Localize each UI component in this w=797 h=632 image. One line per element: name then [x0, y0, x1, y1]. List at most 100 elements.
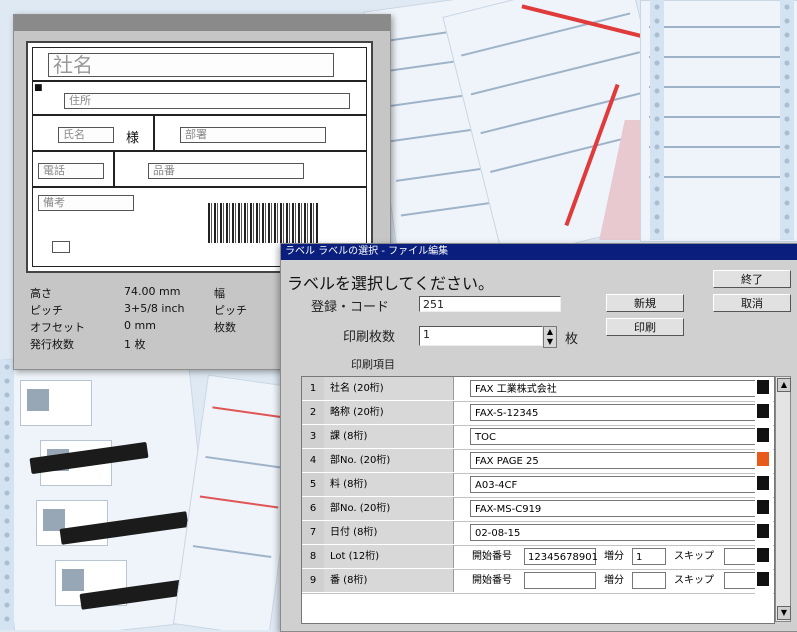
info-row-3-value: 0 mm: [124, 319, 156, 332]
info-row-3-label: オフセット: [30, 321, 85, 334]
row-field-name: 略称 (20桁): [324, 401, 454, 424]
table-row[interactable]: 1 社名 (20桁) FAX 工業株式会社: [302, 377, 774, 402]
preview-small-box: [52, 241, 70, 253]
bg-feed-holes: [650, 0, 664, 240]
row-value-input[interactable]: TOC: [470, 428, 768, 445]
code-label: 登録・コード: [311, 300, 390, 315]
row-color-swatch[interactable]: [757, 380, 769, 394]
row-color-swatch[interactable]: [757, 404, 769, 418]
grid-scrollbar[interactable]: ▲ ▼: [775, 376, 791, 622]
info-row-2-value: 3+5/8 inch: [124, 302, 185, 315]
row-value-input[interactable]: FAX-S-12345: [470, 404, 768, 421]
row-number: 7: [302, 521, 325, 544]
info-row-2-label: ピッチ: [30, 304, 63, 317]
increment-input[interactable]: 1: [632, 548, 666, 565]
row-color-swatch[interactable]: [757, 500, 769, 514]
count-label: 印刷枚数: [343, 330, 396, 345]
label-select-dialog: ラベル ラベルの選択 - ファイル編集 ラベルを選択してください。 登録・コード…: [280, 243, 797, 632]
preview-title-bar[interactable]: [14, 15, 390, 31]
dialog-title-bar[interactable]: ラベル ラベルの選択 - ファイル編集: [281, 244, 797, 260]
row-number: 1: [302, 377, 325, 400]
row-color-swatch[interactable]: [757, 548, 769, 562]
preview-note-field: 備考: [38, 195, 134, 211]
row-number: 3: [302, 425, 325, 448]
table-row[interactable]: 9 番 (8桁) 開始番号 増分 スキップ: [302, 569, 774, 594]
count-unit: 枚: [565, 332, 579, 347]
preview-company-field: 社名: [48, 53, 334, 77]
preview-tel-field: 電話: [38, 163, 104, 179]
items-label: 印刷項目: [351, 358, 395, 371]
increment-input[interactable]: [632, 572, 666, 589]
dialog-prompt: ラベルを選択してください。: [287, 274, 495, 293]
new-button[interactable]: 新規: [606, 294, 684, 312]
info-row-3-extra: 枚数: [214, 321, 236, 334]
row-number: 8: [302, 545, 325, 568]
cancel-button[interactable]: 取消: [713, 294, 791, 312]
info-row-1-extra: 幅: [214, 287, 225, 300]
row-field-name: 社名 (20桁): [324, 377, 454, 400]
table-row[interactable]: 6 部No. (20桁) FAX-MS-C919: [302, 497, 774, 522]
row-field-name: 日付 (8桁): [324, 521, 454, 544]
row-value-input[interactable]: FAX-MS-C919: [470, 500, 768, 517]
row-value-input[interactable]: 02-08-15: [470, 524, 768, 541]
print-items-grid: 1 社名 (20桁) FAX 工業株式会社 2 略称 (20桁) FAX-S-1…: [301, 376, 775, 624]
row-value-input[interactable]: A03-4CF: [470, 476, 768, 493]
row-color-swatch[interactable]: [757, 452, 769, 466]
table-row[interactable]: 8 Lot (12桁) 開始番号 12345678901 増分 1 スキップ: [302, 545, 774, 570]
bg-feed-holes: [0, 360, 14, 630]
ok-button[interactable]: 終了: [713, 270, 791, 288]
info-row-1-label: 高さ: [30, 287, 52, 300]
preview-honorific: 様: [126, 131, 140, 146]
preview-name-field: 氏名: [58, 127, 114, 143]
info-row-4-value: 1 枚: [124, 338, 146, 351]
spin-up-icon[interactable]: ▲: [544, 327, 556, 337]
barcode: [208, 203, 318, 243]
preview-code-field: 品番: [148, 163, 304, 179]
code-input[interactable]: 251: [419, 296, 561, 312]
info-row-1-value: 74.00 mm: [124, 285, 181, 298]
bg-thumb-label: [20, 380, 92, 426]
table-row[interactable]: 5 料 (8桁) A03-4CF: [302, 473, 774, 498]
row-field-name: 料 (8桁): [324, 473, 454, 496]
bg-feed-holes: [780, 0, 794, 240]
row-value-input[interactable]: FAX 工業株式会社: [470, 380, 768, 397]
row-field-name: 部No. (20桁): [324, 449, 454, 472]
increment-label: 増分: [604, 551, 624, 562]
row-number: 4: [302, 449, 325, 472]
row-number: 5: [302, 473, 325, 496]
table-row[interactable]: 3 課 (8桁) TOC: [302, 425, 774, 450]
preview-address-tag: ■: [34, 83, 43, 93]
skip-label: スキップ: [674, 575, 714, 586]
count-spinner[interactable]: ▲ ▼: [543, 326, 557, 348]
table-row[interactable]: 7 日付 (8桁) 02-08-15: [302, 521, 774, 546]
print-button[interactable]: 印刷: [606, 318, 684, 336]
row-value-input[interactable]: FAX PAGE 25: [470, 452, 768, 469]
row-number: 9: [302, 569, 325, 592]
start-number-input[interactable]: [524, 572, 596, 589]
row-color-swatch[interactable]: [757, 572, 769, 586]
row-field-name: 番 (8桁): [324, 569, 454, 592]
scroll-up-icon[interactable]: ▲: [777, 378, 791, 392]
info-row-2-extra: ピッチ: [214, 304, 247, 317]
start-number-label: 開始番号: [472, 551, 512, 562]
table-row[interactable]: 4 部No. (20桁) FAX PAGE 25: [302, 449, 774, 474]
preview-address-field: 住所: [64, 93, 350, 109]
row-field-name: 部No. (20桁): [324, 497, 454, 520]
row-number: 6: [302, 497, 325, 520]
row-color-swatch[interactable]: [757, 428, 769, 442]
row-field-name: 課 (8桁): [324, 425, 454, 448]
skip-label: スキップ: [674, 551, 714, 562]
table-row[interactable]: 2 略称 (20桁) FAX-S-12345: [302, 401, 774, 426]
start-number-input[interactable]: 12345678901: [524, 548, 598, 565]
scroll-down-icon[interactable]: ▼: [777, 606, 791, 620]
count-input[interactable]: 1: [419, 326, 543, 346]
spin-down-icon[interactable]: ▼: [544, 337, 556, 347]
row-field-name: Lot (12桁): [324, 545, 454, 568]
row-number: 2: [302, 401, 325, 424]
label-preview: 社名 ■ 住所 氏名 様 部署 電話 品番 備考: [26, 41, 373, 273]
start-number-label: 開始番号: [472, 575, 512, 586]
preview-dept-field: 部署: [180, 127, 326, 143]
increment-label: 増分: [604, 575, 624, 586]
row-color-swatch[interactable]: [757, 476, 769, 490]
row-color-swatch[interactable]: [757, 524, 769, 538]
